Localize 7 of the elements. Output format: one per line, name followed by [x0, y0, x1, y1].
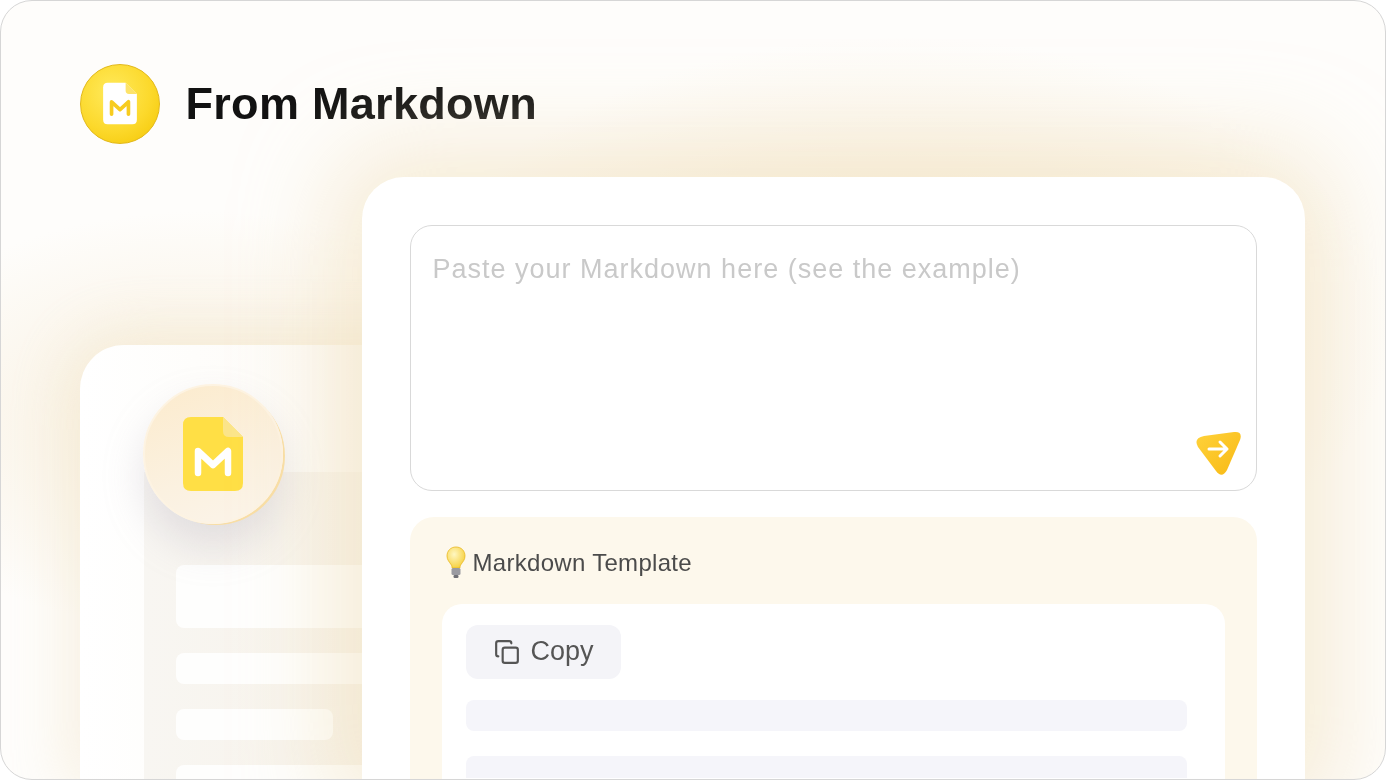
page-title: From Markdown: [185, 77, 537, 130]
copy-button[interactable]: Copy: [465, 624, 621, 679]
template-title: Markdown Template: [472, 548, 692, 577]
send-button[interactable]: [1194, 429, 1243, 476]
lightbulb-icon: [445, 546, 466, 579]
arrow-icon: [1194, 429, 1243, 476]
copy-icon: [494, 638, 521, 665]
